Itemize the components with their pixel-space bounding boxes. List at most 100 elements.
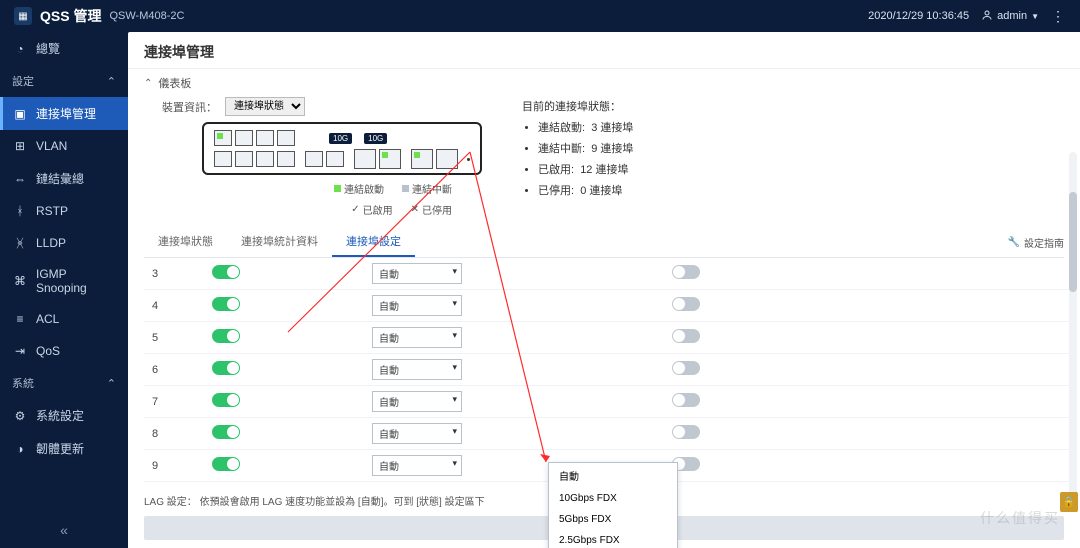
- dropdown-option[interactable]: 5Gbps FDX: [549, 509, 677, 530]
- port[interactable]: [305, 151, 323, 167]
- secondary-toggle[interactable]: [672, 329, 700, 343]
- tab-0[interactable]: 連接埠狀態: [144, 227, 227, 257]
- dropdown-option[interactable]: 2.5Gbps FDX: [549, 530, 677, 548]
- sidebar-item-連接埠管理[interactable]: ▣連接埠管理: [0, 97, 128, 130]
- tab-1[interactable]: 連接埠統計資料: [227, 227, 332, 257]
- sidebar-collapse[interactable]: «: [0, 522, 128, 538]
- sidebar-item-rstp[interactable]: ᚼRSTP: [0, 195, 128, 227]
- wrench-icon: 🔧: [1008, 237, 1020, 248]
- speed-dropdown[interactable]: 自動10Gbps FDX5Gbps FDX2.5Gbps FDX1Gbps FD…: [548, 462, 678, 548]
- enable-toggle[interactable]: [212, 265, 240, 279]
- secondary-toggle[interactable]: [672, 361, 700, 375]
- lldp-icon: ᚸ: [12, 235, 28, 251]
- port-number: 5: [144, 322, 204, 354]
- legend2: ✓ 已啟用 ✕ 已停用: [162, 202, 482, 217]
- dropdown-option[interactable]: 自動: [549, 463, 677, 488]
- port[interactable]: [214, 151, 232, 167]
- secondary-toggle[interactable]: [672, 297, 700, 311]
- enable-toggle[interactable]: [212, 425, 240, 439]
- speed-select[interactable]: 自動: [372, 359, 462, 380]
- port-diagram: 10G 10G: [202, 122, 482, 175]
- page-title: 連接埠管理: [128, 32, 1080, 69]
- scrollbar[interactable]: [1069, 152, 1077, 512]
- speed-select[interactable]: 自動: [372, 455, 462, 476]
- table-row: 6 自動: [144, 354, 1072, 386]
- table-row: 3自動: [144, 258, 1072, 290]
- speed-select[interactable]: 自動: [372, 327, 462, 348]
- enable-toggle[interactable]: [212, 457, 240, 471]
- sidebar-item-overview[interactable]: ◔ 總覽: [0, 32, 128, 65]
- gauge-icon: ◔: [12, 41, 28, 57]
- sidebar-label: QoS: [36, 344, 60, 358]
- status-row: 已停用: 0 連接埠: [538, 181, 633, 202]
- sidebar-item-鏈結彙總[interactable]: ⇔鏈結彙總: [0, 162, 128, 195]
- device-info-select[interactable]: 連接埠狀態: [225, 97, 305, 116]
- port[interactable]: [214, 130, 232, 146]
- sidebar-item-韌體更新[interactable]: ◑韌體更新: [0, 432, 128, 465]
- dashboard-label: 儀表板: [158, 75, 191, 91]
- speed-select[interactable]: 自動: [372, 391, 462, 412]
- sidebar-item-acl[interactable]: ≡ACL: [0, 303, 128, 335]
- tab-2[interactable]: 連接埠設定: [332, 227, 415, 257]
- sidebar-group-system[interactable]: 系統 ⌃: [0, 367, 128, 399]
- secondary-toggle[interactable]: [672, 265, 700, 279]
- enable-toggle[interactable]: [212, 393, 240, 407]
- sfp-port[interactable]: [436, 149, 458, 169]
- enable-toggle[interactable]: [212, 297, 240, 311]
- enable-toggle[interactable]: [212, 329, 240, 343]
- scrollbar-thumb[interactable]: [1069, 192, 1077, 292]
- tabs: 連接埠狀態連接埠統計資料連接埠設定 🔧 設定指南: [144, 227, 1064, 258]
- port-number: 9: [144, 450, 204, 482]
- sidebar-label: ACL: [36, 312, 59, 326]
- sfp-port[interactable]: [379, 149, 401, 169]
- port-number: 4: [144, 290, 204, 322]
- table-row: 5 自動: [144, 322, 1072, 354]
- main-panel: 連接埠管理 ⌃ 儀表板 裝置資訊： 連接埠狀態: [128, 32, 1080, 548]
- port-settings-table: 3自動4自動5自動6自動7自動8自動9自動10自動11自動12自動: [144, 258, 1072, 485]
- sidebar-item-igmp snooping[interactable]: ⌘IGMP Snooping: [0, 259, 128, 303]
- port[interactable]: [326, 151, 344, 167]
- app-title: QSS 管理: [40, 6, 101, 26]
- device-model: QSW-M408-2C: [109, 10, 184, 22]
- table-row: 7 自動: [144, 386, 1072, 418]
- speed-select[interactable]: 自動: [372, 263, 462, 284]
- sidebar-label: IGMP Snooping: [36, 267, 116, 295]
- enable-toggle[interactable]: [212, 361, 240, 375]
- sfp-port[interactable]: [354, 149, 376, 169]
- dropdown-option[interactable]: 10Gbps FDX: [549, 488, 677, 509]
- port[interactable]: [256, 151, 274, 167]
- port-number: 7: [144, 386, 204, 418]
- gear-icon: ⚙: [12, 408, 28, 424]
- device-info-label: 裝置資訊：: [162, 99, 217, 115]
- sidebar-group-settings[interactable]: 設定 ⌃: [0, 65, 128, 97]
- lock-badge: 🔒: [1060, 492, 1078, 512]
- user-menu[interactable]: admin ▼: [981, 9, 1039, 24]
- status-heading: 目前的連接埠狀態：: [522, 97, 633, 118]
- vlan-icon: ⊞: [12, 138, 28, 154]
- legend: 連結啟動 連結中斷: [162, 181, 482, 196]
- sidebar: ◔ 總覽 設定 ⌃ ▣連接埠管理⊞VLAN⇔鏈結彙總ᚼRSTPᚸLLDP⌘IGM…: [0, 32, 128, 548]
- port[interactable]: [277, 151, 295, 167]
- more-menu[interactable]: ⋮: [1051, 8, 1066, 25]
- topbar: ▦ QSS 管理 QSW-M408-2C 2020/12/29 10:36:45…: [0, 0, 1080, 32]
- status-row: 已啟用: 12 連接埠: [538, 160, 633, 181]
- sidebar-item-qos[interactable]: ⇥QoS: [0, 335, 128, 367]
- sidebar-item-lldp[interactable]: ᚸLLDP: [0, 227, 128, 259]
- port-number: 8: [144, 418, 204, 450]
- chevron-up-icon[interactable]: ⌃: [144, 78, 152, 89]
- speed-select[interactable]: 自動: [372, 423, 462, 444]
- sfp-port[interactable]: [411, 149, 433, 169]
- secondary-toggle[interactable]: [672, 393, 700, 407]
- speed-select[interactable]: 自動: [372, 295, 462, 316]
- watermark: 什么值得买: [980, 508, 1060, 528]
- settings-guide[interactable]: 🔧 設定指南: [1008, 227, 1064, 257]
- port[interactable]: [256, 130, 274, 146]
- port-icon: ▣: [12, 106, 28, 122]
- port[interactable]: [277, 130, 295, 146]
- sidebar-item-vlan[interactable]: ⊞VLAN: [0, 130, 128, 162]
- port-number: 6: [144, 354, 204, 386]
- secondary-toggle[interactable]: [672, 425, 700, 439]
- sidebar-item-系統設定[interactable]: ⚙系統設定: [0, 399, 128, 432]
- port[interactable]: [235, 130, 253, 146]
- port[interactable]: [235, 151, 253, 167]
